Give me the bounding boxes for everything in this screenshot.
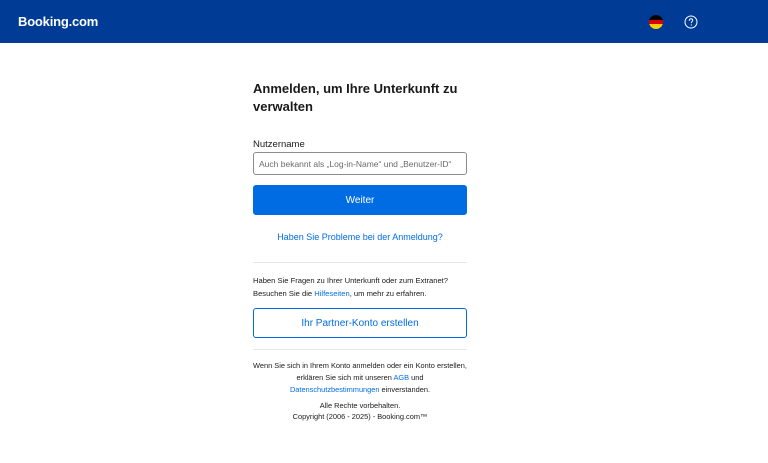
legal-text-3: einverstanden.	[379, 385, 431, 394]
page-title: Anmelden, um Ihre Unterkunft zu verwalte…	[253, 81, 458, 114]
login-problems-link[interactable]: Haben Sie Probleme bei der Anmeldung?	[253, 232, 467, 242]
agb-link[interactable]: AGB	[393, 373, 409, 382]
question-circle-icon[interactable]	[684, 15, 698, 29]
privacy-link[interactable]: Datenschutzbestimmungen	[290, 385, 380, 394]
help-prefix: Besuchen Sie die	[253, 289, 315, 298]
german-flag-icon[interactable]	[649, 15, 663, 29]
legal-notice: Wenn Sie sich in Ihrem Konto anmelden od…	[253, 360, 467, 396]
create-partner-account-button[interactable]: Ihr Partner-Konto erstellen	[253, 308, 467, 338]
help-text: Haben Sie Fragen zu Ihrer Unterkunft ode…	[253, 274, 473, 300]
login-card: Anmelden, um Ihre Unterkunft zu verwalte…	[253, 80, 467, 421]
username-label: Nutzername	[253, 139, 305, 150]
divider-top	[253, 262, 467, 263]
footer-rights: Alle Rechte vorbehalten. Copyright (2006…	[253, 400, 467, 422]
divider-bottom	[253, 349, 467, 350]
help-line-1: Haben Sie Fragen zu Ihrer Unterkunft ode…	[253, 276, 449, 285]
continue-button[interactable]: Weiter	[253, 185, 467, 215]
help-suffix: , um mehr zu erfahren.	[349, 289, 427, 298]
username-input[interactable]	[253, 152, 467, 175]
legal-text-2: und	[409, 373, 424, 382]
copyright-text: Copyright (2006 - 2025) - Booking.com™	[292, 412, 428, 421]
legal-text-1: Wenn Sie sich in Ihrem Konto anmelden od…	[253, 361, 467, 382]
top-header: Booking.com	[0, 0, 768, 43]
booking-logo[interactable]: Booking.com	[18, 14, 98, 29]
rights-text: Alle Rechte vorbehalten.	[319, 401, 401, 410]
help-pages-link[interactable]: Hilfeseiten	[314, 289, 349, 298]
